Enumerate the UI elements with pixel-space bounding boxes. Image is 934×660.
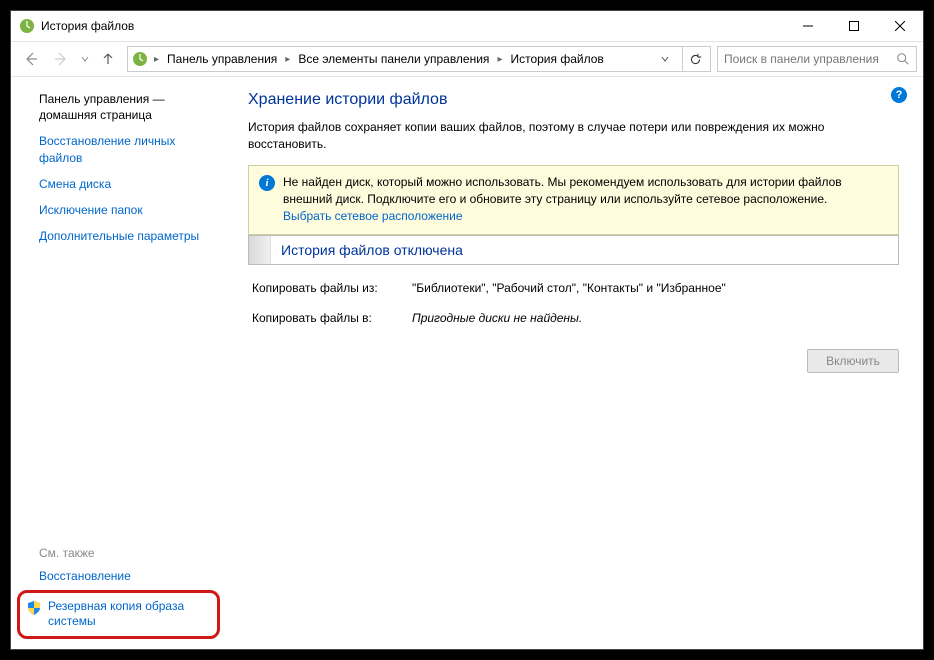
main-content: ? Хранение истории файлов История файлов… [226, 77, 923, 649]
sidebar-home-link[interactable]: Панель управления — домашняя страница [39, 91, 216, 123]
copy-from-value: "Библиотеки", "Рабочий стол", "Контакты"… [412, 281, 895, 295]
address-dropdown-button[interactable] [656, 55, 674, 63]
info-message: Не найден диск, который можно использова… [283, 175, 842, 206]
recent-locations-button[interactable] [77, 45, 93, 73]
toolbar: ▸ Панель управления ▸ Все элементы панел… [11, 41, 923, 77]
search-icon[interactable] [896, 52, 910, 66]
page-description: История файлов сохраняет копии ваших фай… [248, 119, 888, 153]
copy-to-label: Копировать файлы в: [252, 311, 412, 325]
status-text: История файлов отключена [271, 236, 473, 264]
search-box[interactable] [717, 46, 917, 72]
close-button[interactable] [877, 11, 923, 41]
breadcrumb-item[interactable]: Все элементы панели управления [296, 52, 491, 66]
info-icon: i [259, 175, 275, 191]
see-also-system-image-backup[interactable]: Резервная копия образа системы [48, 599, 207, 630]
chevron-right-icon[interactable]: ▸ [495, 54, 504, 65]
sidebar-link-restore[interactable]: Восстановление личных файлов [39, 133, 216, 165]
up-button[interactable] [95, 45, 121, 73]
highlighted-link-box: Резервная копия образа системы [17, 590, 220, 639]
breadcrumb-item[interactable]: История файлов [508, 52, 605, 66]
chevron-right-icon[interactable]: ▸ [152, 54, 161, 65]
copy-from-row: Копировать файлы из: "Библиотеки", "Рабо… [248, 281, 899, 295]
forward-button[interactable] [47, 45, 75, 73]
titlebar: История файлов [11, 11, 923, 41]
page-title: Хранение истории файлов [248, 91, 899, 109]
sidebar-link-change-drive[interactable]: Смена диска [39, 176, 216, 192]
enable-button[interactable]: Включить [807, 349, 899, 373]
status-gradient [249, 236, 271, 264]
control-panel-icon [132, 51, 148, 67]
sidebar-link-advanced[interactable]: Дополнительные параметры [39, 228, 216, 244]
select-network-location-link[interactable]: Выбрать сетевое расположение [283, 209, 463, 223]
copy-from-label: Копировать файлы из: [252, 281, 412, 295]
refresh-button[interactable] [682, 46, 708, 72]
window: История файлов ▸ Панель управления ▸ Все… [10, 10, 924, 650]
back-button[interactable] [17, 45, 45, 73]
see-also-header: См. также [39, 546, 216, 560]
sidebar-link-exclude-folders[interactable]: Исключение папок [39, 202, 216, 218]
copy-to-row: Копировать файлы в: Пригодные диски не н… [248, 311, 899, 325]
sidebar: Панель управления — домашняя страница Во… [11, 77, 226, 649]
window-title: История файлов [41, 19, 134, 33]
minimize-button[interactable] [785, 11, 831, 41]
info-box: i Не найден диск, который можно использо… [248, 165, 899, 235]
chevron-right-icon[interactable]: ▸ [283, 54, 292, 65]
shield-icon [26, 600, 42, 616]
address-bar[interactable]: ▸ Панель управления ▸ Все элементы панел… [127, 46, 711, 72]
see-also-recovery[interactable]: Восстановление [39, 568, 216, 584]
status-bar: История файлов отключена [248, 235, 899, 265]
app-icon [19, 18, 35, 34]
copy-to-value: Пригодные диски не найдены. [412, 311, 895, 325]
help-icon[interactable]: ? [891, 87, 907, 103]
breadcrumb-item[interactable]: Панель управления [165, 52, 279, 66]
search-input[interactable] [724, 52, 896, 66]
maximize-button[interactable] [831, 11, 877, 41]
